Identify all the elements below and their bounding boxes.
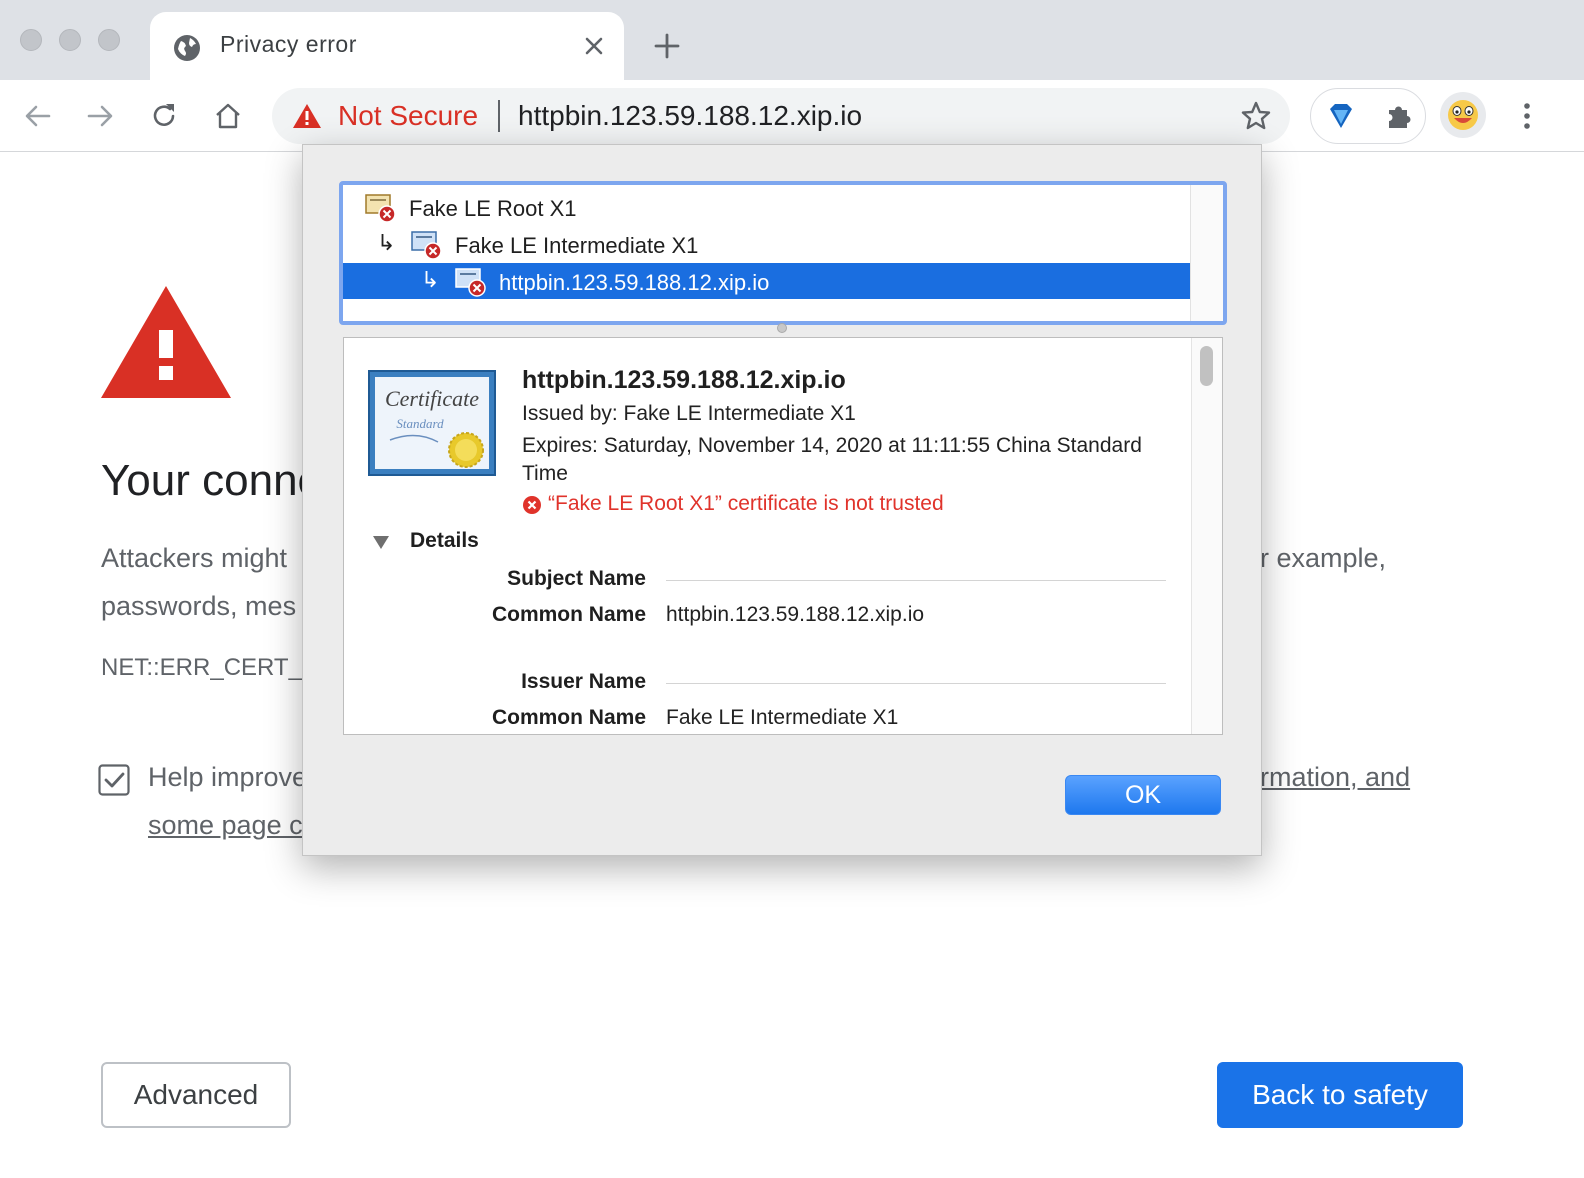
window-zoom-button[interactable] [98,29,120,51]
close-icon[interactable] [580,32,608,60]
chain-item-label: Fake LE Root X1 [409,196,577,221]
trust-status: “Fake LE Root X1” certificate is not tru… [548,492,944,515]
certificate-badge-icon: Certificate Standard [368,370,496,476]
chain-indent-arrow: ↳ [421,267,440,292]
address-bar[interactable]: Not Secure httpbin.123.59.188.12.xip.io [272,88,1290,144]
toolbar: Not Secure httpbin.123.59.188.12.xip.io [0,80,1584,152]
certificate-error-icon [455,268,486,297]
certificate-name: httpbin.123.59.188.12.xip.io [522,366,846,394]
globe-icon [174,35,200,61]
extensions-group [1310,88,1426,144]
chain-item-root[interactable]: Fake LE Root X1 [343,189,1191,225]
section-divider [666,683,1166,684]
profile-avatar[interactable] [1440,92,1486,138]
chain-indent-arrow: ↳ [377,230,396,255]
description-text-line2: passwords, mes [101,591,297,621]
subject-common-name-key: Common Name [491,603,646,626]
split-handle[interactable] [777,323,787,333]
advanced-button[interactable]: Advanced [101,1062,291,1128]
help-improve-checkbox[interactable] [98,764,130,796]
window-close-button[interactable] [20,29,42,51]
issuer-common-name-value: Fake LE Intermediate X1 [666,706,899,729]
tab-strip: Privacy error [0,0,1584,80]
section-divider [666,580,1166,581]
details-toggle-label[interactable]: Details [410,529,479,553]
error-code[interactable]: NET::ERR_CERT_ [101,654,302,682]
star-icon[interactable] [1240,100,1272,132]
expiry-date: Expires: Saturday, November 14, 2020 at … [522,434,1142,485]
warning-triangle-icon[interactable] [292,102,322,130]
puzzle-icon[interactable] [1383,100,1415,132]
chain-scrollbar[interactable] [1190,185,1223,321]
error-circle-icon [523,496,541,514]
ok-button[interactable]: OK [1065,775,1221,815]
certificate-dialog: Fake LE Root X1 ↳ Fake LE Intermediate X… [302,144,1262,856]
back-to-safety-button[interactable]: Back to safety [1217,1062,1463,1128]
vertical-dots-icon[interactable] [1512,100,1542,132]
certificate-details-pane: Certificate Standard httpbin.123.59.188.… [343,337,1223,735]
certificate-chain-list[interactable]: Fake LE Root X1 ↳ Fake LE Intermediate X… [339,181,1227,325]
tab-title: Privacy error [220,31,357,57]
tab-privacy-error[interactable]: Privacy error [150,12,624,80]
reload-icon[interactable] [148,100,180,132]
page-heading: Your conne [101,456,323,505]
details-scrollbar[interactable] [1191,338,1222,734]
chain-item-leaf[interactable]: ↳ httpbin.123.59.188.12.xip.io [343,263,1191,299]
certificate-error-icon [365,194,396,223]
help-improve-link-line2[interactable]: some page c [148,810,303,841]
chain-item-label: Fake LE Intermediate X1 [455,233,699,258]
diamond-extension-icon[interactable] [1325,100,1357,132]
help-improve-link[interactable]: rmation, and [1260,762,1410,793]
back-arrow-icon[interactable] [22,100,54,132]
issuer-name-header: Issuer Name [521,670,646,693]
subject-common-name-value: httpbin.123.59.188.12.xip.io [666,603,925,626]
plus-icon[interactable] [652,31,682,61]
help-improve-text: Help improve [148,762,308,792]
url-text[interactable]: httpbin.123.59.188.12.xip.io [518,100,862,132]
description-text: Attackers might [101,543,288,573]
scroll-thumb[interactable] [1200,346,1213,386]
security-status[interactable]: Not Secure [338,100,478,132]
emoji-avatar-icon [1448,100,1478,130]
description-text-right: r example, [1260,543,1387,573]
chain-item-label: httpbin.123.59.188.12.xip.io [499,270,770,295]
certificate-error-icon [411,231,442,260]
subject-name-header: Subject Name [507,567,646,590]
warning-triangle-icon [101,286,231,398]
home-icon[interactable] [212,100,244,132]
omnibox-divider [498,100,500,132]
cert-image-subtitle: Standard [396,416,444,431]
issuer-common-name-key: Common Name [491,706,646,729]
issued-by: Issued by: Fake LE Intermediate X1 [522,402,856,425]
disclosure-triangle-icon[interactable] [372,534,390,550]
window-minimize-button[interactable] [59,29,81,51]
cert-image-title: Certificate [385,386,479,411]
chain-item-intermediate[interactable]: ↳ Fake LE Intermediate X1 [343,226,1191,262]
forward-arrow-icon[interactable] [84,100,116,132]
